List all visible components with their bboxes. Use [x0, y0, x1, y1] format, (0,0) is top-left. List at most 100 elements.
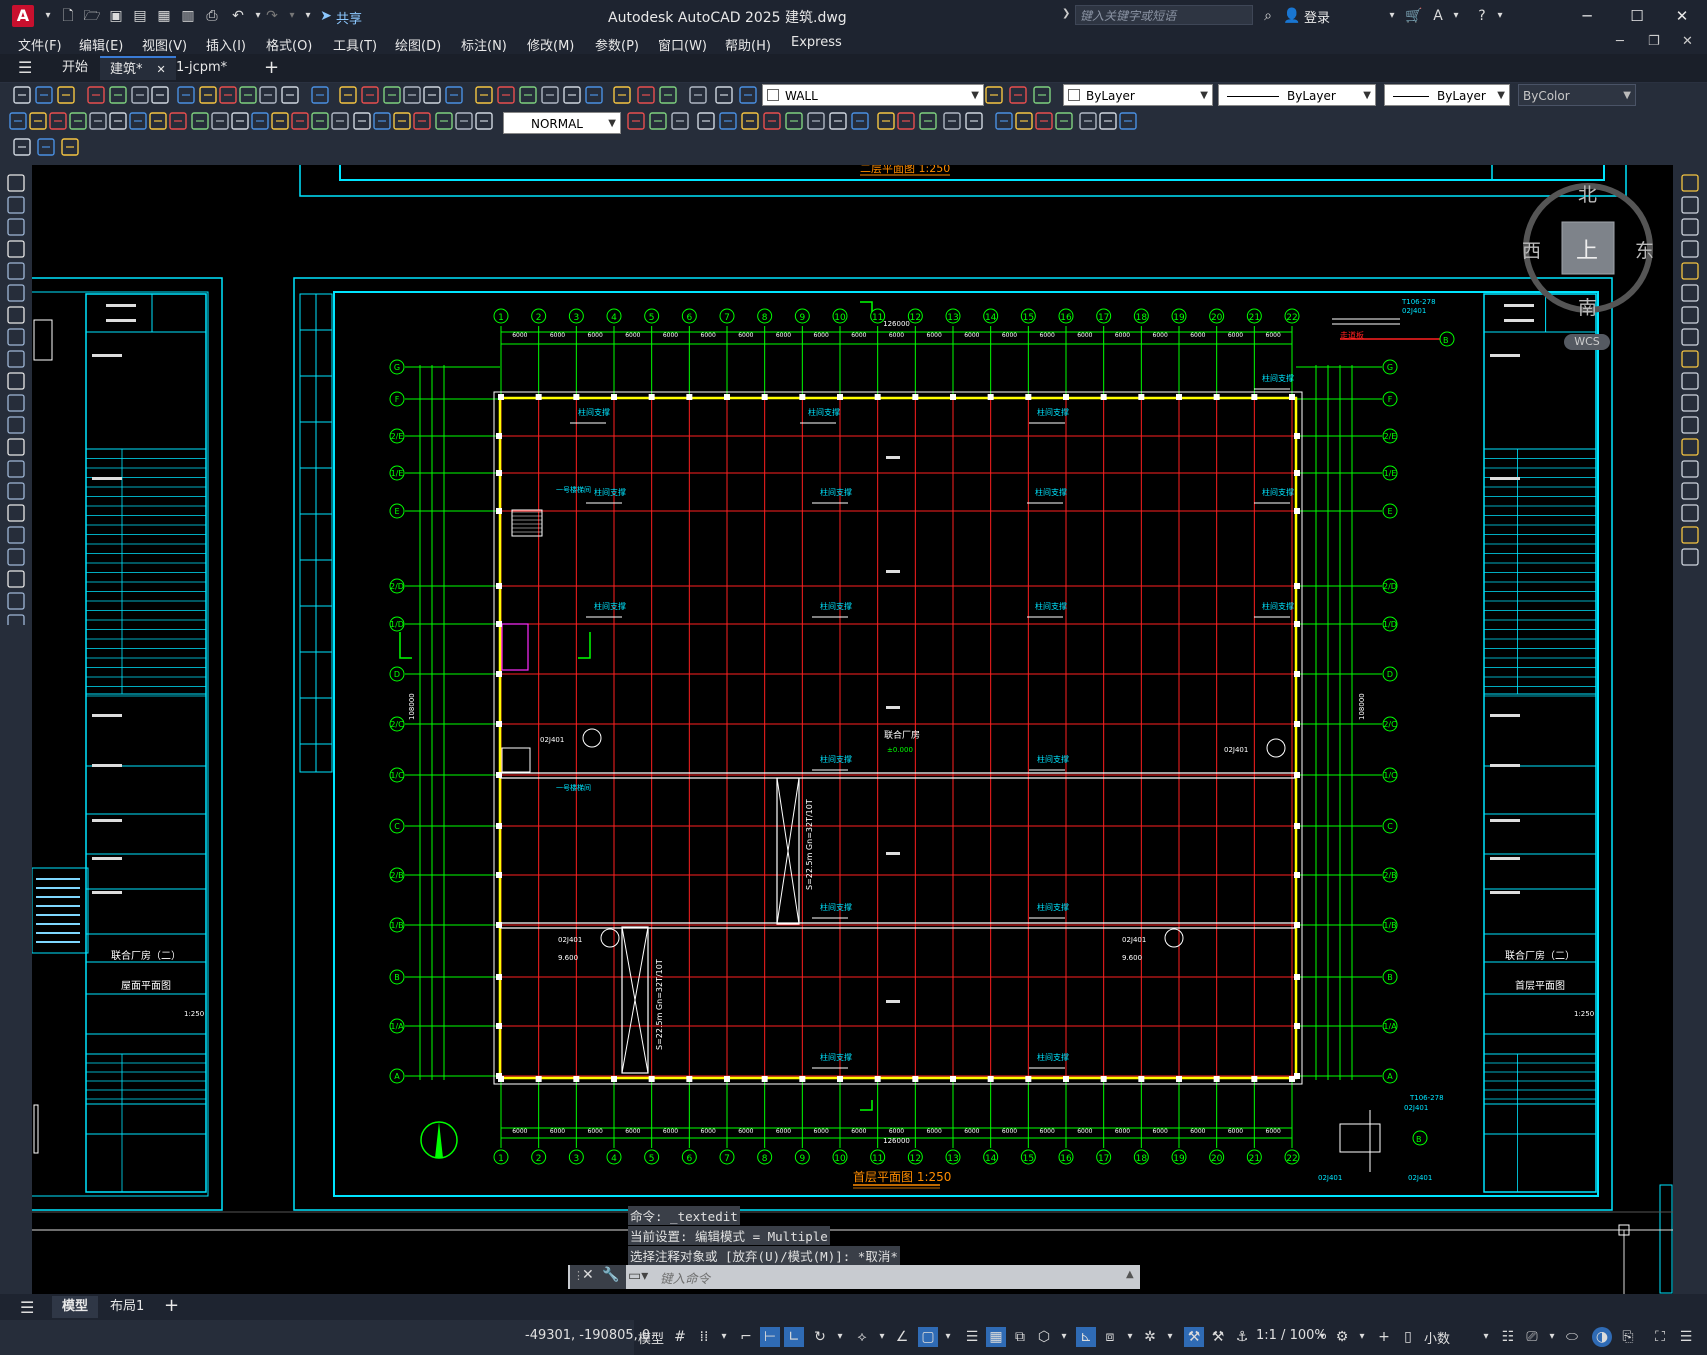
menu-view[interactable]: 视图(V): [142, 35, 187, 54]
selection-filter-icon[interactable]: ⧈: [1100, 1327, 1120, 1347]
draw-tool-icon-14[interactable]: [7, 482, 25, 500]
polar-tracking-icon[interactable]: ↻: [810, 1327, 830, 1347]
modify-tool-icon-1[interactable]: [1681, 196, 1699, 214]
hamburger-menu-icon[interactable]: ☰: [18, 58, 32, 77]
linetype-dropdown[interactable]: ByLayer ▼: [1218, 84, 1376, 106]
menu-modify[interactable]: 修改(M): [527, 35, 574, 54]
modify-tool-icon-11[interactable]: [1681, 416, 1699, 434]
viewcube-north[interactable]: 北: [1578, 180, 1597, 207]
menu-help[interactable]: 帮助(H): [725, 35, 771, 54]
search-icon[interactable]: ⌕: [1258, 6, 1278, 26]
recent-commands-icon[interactable]: ▭▾: [628, 1268, 648, 1284]
new-tab-plus-icon[interactable]: +: [254, 56, 289, 80]
login-button[interactable]: 登录: [1304, 7, 1330, 26]
modify-tool-icon-14[interactable]: [1681, 482, 1699, 500]
draw-tool-icon-8[interactable]: [7, 350, 25, 368]
menu-express[interactable]: Express: [791, 35, 842, 50]
infer-constraints-icon[interactable]: ⌐: [736, 1327, 756, 1347]
isodraft-icon[interactable]: ⟡: [852, 1327, 872, 1347]
modify-tool-icon-4[interactable]: [1681, 262, 1699, 280]
tab-layout1[interactable]: 布局1: [100, 1296, 154, 1318]
redo-icon[interactable]: ↷: [262, 6, 282, 26]
doc-minimize-button[interactable]: ─: [1616, 34, 1624, 49]
selection-cycling-icon[interactable]: ⧉: [1010, 1327, 1030, 1347]
draw-tool-icon-10[interactable]: [7, 394, 25, 412]
modify-tool-icon-12[interactable]: [1681, 438, 1699, 456]
snap-mode-icon[interactable]: ⁞⁞: [694, 1327, 714, 1347]
annotation-visibility-icon[interactable]: ⚒: [1184, 1327, 1204, 1347]
new-file-icon[interactable]: 🗋: [58, 6, 78, 26]
maximize-button[interactable]: ☐: [1617, 4, 1657, 28]
draw-tool-icon-2[interactable]: [7, 218, 25, 236]
draw-tool-icon-13[interactable]: [7, 460, 25, 478]
modify-tool-icon-17[interactable]: [1681, 548, 1699, 566]
drawing-canvas[interactable]: 二层平面图 1:250 联合厂房（二） 屋面平面图 1:250 联合厂房（二） 首层平…: [32, 165, 1673, 1300]
add-layout-plus-icon[interactable]: +: [164, 1295, 179, 1316]
tab-model[interactable]: 模型: [52, 1296, 99, 1318]
doc-close-button[interactable]: ✕: [1682, 34, 1693, 49]
wcs-menu[interactable]: WCS: [1564, 334, 1610, 350]
save-as-icon[interactable]: ▤: [130, 6, 150, 26]
filter-dropdown-icon[interactable]: ▾: [1120, 1327, 1140, 1347]
annotation-monitor-plus-icon[interactable]: +: [1374, 1327, 1394, 1347]
lineweight-dropdown[interactable]: ByLayer ▼: [1384, 84, 1510, 106]
dynamic-input-icon[interactable]: ⊢: [760, 1327, 780, 1347]
object-snap-dropdown-icon[interactable]: ▾: [938, 1327, 958, 1347]
dynamic-ucs-icon[interactable]: ⊾: [1076, 1327, 1096, 1347]
modify-tool-icon-10[interactable]: [1681, 394, 1699, 412]
grid-icon[interactable]: #: [670, 1327, 690, 1347]
help-icon[interactable]: ?: [1472, 6, 1492, 26]
draw-tool-icon-16[interactable]: [7, 526, 25, 544]
modify-tool-icon-15[interactable]: [1681, 504, 1699, 522]
customize-quick-access-icon[interactable]: ▾: [298, 6, 318, 26]
menu-format[interactable]: 格式(O): [266, 35, 312, 54]
modify-tool-icon-6[interactable]: [1681, 306, 1699, 324]
viewcube-top-face[interactable]: 上: [1576, 233, 1598, 265]
clean-screen-icon[interactable]: ⎘: [1618, 1327, 1638, 1347]
workspace-gear-icon[interactable]: ⚙: [1332, 1327, 1352, 1347]
ortho-mode-icon[interactable]: ∟: [784, 1327, 804, 1347]
units-dropdown-icon[interactable]: ▾: [1476, 1327, 1496, 1347]
login-dropdown-icon[interactable]: ▾: [1382, 6, 1402, 26]
customize-wrench-icon[interactable]: 🔧: [602, 1267, 619, 1283]
modify-tool-icon-8[interactable]: [1681, 350, 1699, 368]
share-button[interactable]: 共享: [336, 8, 362, 27]
isodraft-dropdown-icon[interactable]: ▾: [872, 1327, 892, 1347]
menu-window[interactable]: 窗口(W): [658, 35, 707, 54]
autocad-app-icon[interactable]: A: [12, 5, 34, 27]
app-menu-chevron-icon[interactable]: ▾: [38, 6, 58, 26]
share-icon[interactable]: ➤: [316, 6, 336, 26]
customization-menu-icon[interactable]: ☰: [1676, 1327, 1696, 1347]
gizmo-icon[interactable]: ✲: [1140, 1327, 1160, 1347]
color-dropdown[interactable]: ByLayer ▼: [1063, 84, 1213, 106]
draw-tool-icon-20[interactable]: [7, 614, 25, 625]
3d-osnap-icon[interactable]: ⬡: [1034, 1327, 1054, 1347]
search-input[interactable]: 键入关键字或短语: [1075, 5, 1253, 25]
isolate-objects-icon[interactable]: ⬭: [1562, 1327, 1582, 1347]
modify-tool-icon-13[interactable]: [1681, 460, 1699, 478]
command-history-toggle-icon[interactable]: ▲: [1126, 1269, 1134, 1280]
draw-tool-icon-15[interactable]: [7, 504, 25, 522]
draw-tool-icon-17[interactable]: [7, 548, 25, 566]
layer-dropdown[interactable]: WALL ▼: [762, 84, 984, 106]
gizmo-dropdown-icon[interactable]: ▾: [1160, 1327, 1180, 1347]
tab-close-icon[interactable]: ✕: [157, 63, 166, 76]
draw-tool-icon-12[interactable]: [7, 438, 25, 456]
modify-tool-icon-3[interactable]: [1681, 240, 1699, 258]
tab-jianzhu[interactable]: 建筑* ✕: [100, 56, 176, 80]
auto-scale-icon[interactable]: ⚒: [1208, 1327, 1228, 1347]
menu-tools[interactable]: 工具(T): [333, 35, 377, 54]
annotation-scale-icon[interactable]: ⚓: [1232, 1327, 1252, 1347]
viewcube-east[interactable]: 东: [1635, 236, 1654, 263]
draw-tool-icon-9[interactable]: [7, 372, 25, 390]
transparency-icon[interactable]: ▦: [986, 1327, 1006, 1347]
doc-restore-button[interactable]: ❐: [1648, 34, 1660, 49]
user-icon[interactable]: 👤: [1282, 6, 1302, 26]
modify-tool-icon-16[interactable]: [1681, 526, 1699, 544]
command-input[interactable]: 键入命令: [660, 1268, 1130, 1286]
lineweight-display-icon[interactable]: ☰: [962, 1327, 982, 1347]
quick-properties-icon[interactable]: ☷: [1498, 1327, 1518, 1347]
draw-tool-icon-11[interactable]: [7, 416, 25, 434]
dimstyle-dropdown[interactable]: NORMAL ▼: [503, 112, 621, 134]
minimize-button[interactable]: ─: [1567, 4, 1607, 28]
